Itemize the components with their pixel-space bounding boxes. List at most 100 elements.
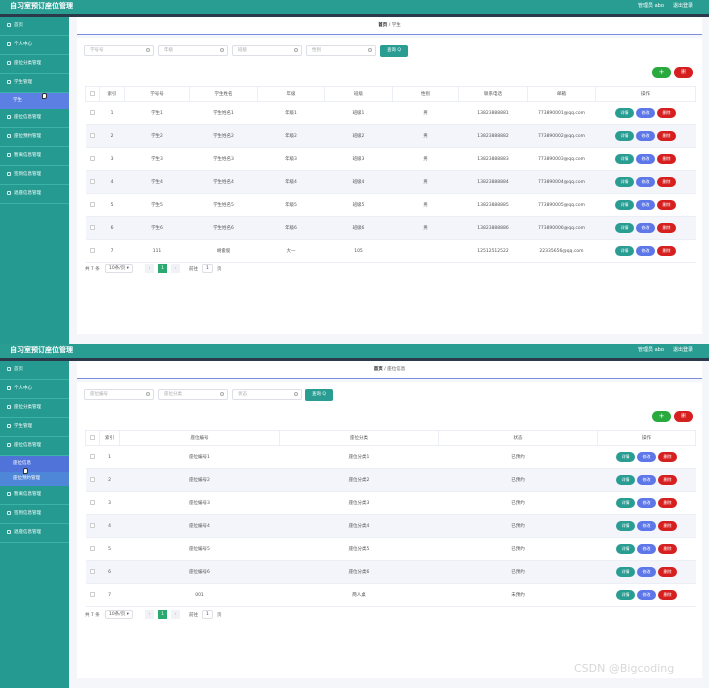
delete-button[interactable]: 删 xyxy=(674,411,693,422)
goto-page-input[interactable]: 1 xyxy=(202,264,213,273)
sidebar-subitem-seat-info[interactable]: 座位信息 xyxy=(0,456,69,472)
row-checkbox[interactable] xyxy=(90,568,95,574)
row-checkbox[interactable] xyxy=(90,545,95,551)
delete-row-button[interactable]: 删除 xyxy=(657,200,676,210)
delete-button[interactable]: 删 xyxy=(674,67,693,78)
row-checkbox[interactable] xyxy=(90,499,95,505)
sidebar-item-leave[interactable]: 暂离信息管理 xyxy=(0,147,69,166)
page-number-current[interactable]: 1 xyxy=(158,610,167,619)
row-checkbox[interactable] xyxy=(90,453,95,459)
edit-button[interactable]: 修改 xyxy=(636,177,655,187)
detail-button[interactable]: 详情 xyxy=(615,200,634,210)
row-checkbox[interactable] xyxy=(90,178,95,184)
select-all-checkbox[interactable] xyxy=(90,434,95,440)
page-size-select[interactable]: 10条/页 ▾ xyxy=(105,610,133,619)
delete-row-button[interactable]: 删除 xyxy=(658,475,677,485)
query-button[interactable]: 查询 Q xyxy=(380,45,408,57)
sidebar-item-checkin[interactable]: 签到信息管理 xyxy=(0,505,69,524)
add-button[interactable]: + xyxy=(652,67,671,78)
detail-button[interactable]: 详情 xyxy=(616,452,635,462)
sidebar-subitem-student[interactable]: 学生 xyxy=(0,93,69,109)
search-input-seat-no[interactable]: 座位编号 xyxy=(84,389,154,400)
search-input-seat-category[interactable]: 座位分类 xyxy=(158,389,228,400)
edit-button[interactable]: 修改 xyxy=(637,452,656,462)
edit-button[interactable]: 修改 xyxy=(636,223,655,233)
edit-button[interactable]: 修改 xyxy=(637,498,656,508)
edit-button[interactable]: 修改 xyxy=(637,475,656,485)
detail-button[interactable]: 详情 xyxy=(615,246,634,256)
edit-button[interactable]: 修改 xyxy=(636,154,655,164)
delete-row-button[interactable]: 删除 xyxy=(657,131,676,141)
row-checkbox[interactable] xyxy=(90,247,95,253)
prev-page-button[interactable]: ‹ xyxy=(145,264,154,273)
logout-link[interactable]: 退出登录 xyxy=(673,2,693,9)
detail-button[interactable]: 详情 xyxy=(615,223,634,233)
next-page-button[interactable]: › xyxy=(171,610,180,619)
detail-button[interactable]: 详情 xyxy=(616,498,635,508)
sidebar-item-home[interactable]: 首页 xyxy=(0,361,69,380)
row-checkbox[interactable] xyxy=(90,476,95,482)
detail-button[interactable]: 详情 xyxy=(616,590,635,600)
sidebar-item-profile[interactable]: 个人中心 xyxy=(0,36,69,55)
row-checkbox[interactable] xyxy=(90,109,95,115)
breadcrumb-home[interactable]: 首页 xyxy=(374,367,383,372)
detail-button[interactable]: 详情 xyxy=(616,544,635,554)
edit-button[interactable]: 修改 xyxy=(637,590,656,600)
detail-button[interactable]: 详情 xyxy=(615,154,634,164)
breadcrumb-home[interactable]: 首页 xyxy=(378,23,387,28)
sidebar-item-reservation[interactable]: 座位预约管理 xyxy=(0,472,69,486)
logout-link[interactable]: 退出登录 xyxy=(673,346,693,353)
delete-row-button[interactable]: 删除 xyxy=(658,452,677,462)
delete-row-button[interactable]: 删除 xyxy=(657,223,676,233)
edit-button[interactable]: 修改 xyxy=(636,131,655,141)
edit-button[interactable]: 修改 xyxy=(636,108,655,118)
page-size-select[interactable]: 10条/页 ▾ xyxy=(105,264,133,273)
search-input-status[interactable]: 状态 xyxy=(232,389,302,400)
edit-button[interactable]: 修改 xyxy=(637,544,656,554)
sidebar-item-students[interactable]: 学生管理 xyxy=(0,74,69,93)
sidebar-item-leave[interactable]: 暂离信息管理 xyxy=(0,486,69,505)
delete-row-button[interactable]: 删除 xyxy=(658,498,677,508)
query-button[interactable]: 查询 Q xyxy=(305,389,333,401)
row-checkbox[interactable] xyxy=(90,224,95,230)
search-input-class[interactable]: 班级 xyxy=(232,45,302,56)
sidebar-item-reservation[interactable]: 座位预约管理 xyxy=(0,128,69,147)
delete-row-button[interactable]: 删除 xyxy=(658,521,677,531)
search-input-grade[interactable]: 年级 xyxy=(158,45,228,56)
sidebar-item-profile[interactable]: 个人中心 xyxy=(0,380,69,399)
delete-row-button[interactable]: 删除 xyxy=(658,590,677,600)
delete-row-button[interactable]: 删除 xyxy=(658,567,677,577)
detail-button[interactable]: 详情 xyxy=(615,131,634,141)
delete-row-button[interactable]: 删除 xyxy=(658,544,677,554)
detail-button[interactable]: 详情 xyxy=(615,108,634,118)
search-input-student-no[interactable]: 学号号 xyxy=(84,45,154,56)
delete-row-button[interactable]: 删除 xyxy=(657,108,676,118)
detail-button[interactable]: 详情 xyxy=(616,475,635,485)
add-button[interactable]: + xyxy=(652,411,671,422)
detail-button[interactable]: 详情 xyxy=(616,521,635,531)
row-checkbox[interactable] xyxy=(90,132,95,138)
sidebar-item-seat-category[interactable]: 座位分类管理 xyxy=(0,399,69,418)
next-page-button[interactable]: › xyxy=(171,264,180,273)
delete-row-button[interactable]: 删除 xyxy=(657,177,676,187)
prev-page-button[interactable]: ‹ xyxy=(145,610,154,619)
sidebar-item-seat-info[interactable]: 座位信息管理 xyxy=(0,109,69,128)
search-input-gender[interactable]: 性别 xyxy=(306,45,376,56)
sidebar-item-return-seat[interactable]: 退座信息管理 xyxy=(0,185,69,204)
sidebar-item-seat-category[interactable]: 座位分类管理 xyxy=(0,55,69,74)
row-checkbox[interactable] xyxy=(90,591,95,597)
row-checkbox[interactable] xyxy=(90,522,95,528)
detail-button[interactable]: 详情 xyxy=(616,567,635,577)
delete-row-button[interactable]: 删除 xyxy=(657,246,676,256)
edit-button[interactable]: 修改 xyxy=(637,567,656,577)
detail-button[interactable]: 详情 xyxy=(615,177,634,187)
sidebar-item-students[interactable]: 学生管理 xyxy=(0,418,69,437)
row-checkbox[interactable] xyxy=(90,155,95,161)
select-all-checkbox[interactable] xyxy=(90,90,95,96)
sidebar-item-checkin[interactable]: 签到信息管理 xyxy=(0,166,69,185)
delete-row-button[interactable]: 删除 xyxy=(657,154,676,164)
row-checkbox[interactable] xyxy=(90,201,95,207)
sidebar-item-seat-info[interactable]: 座位信息管理 xyxy=(0,437,69,456)
edit-button[interactable]: 修改 xyxy=(636,200,655,210)
goto-page-input[interactable]: 1 xyxy=(202,610,213,619)
